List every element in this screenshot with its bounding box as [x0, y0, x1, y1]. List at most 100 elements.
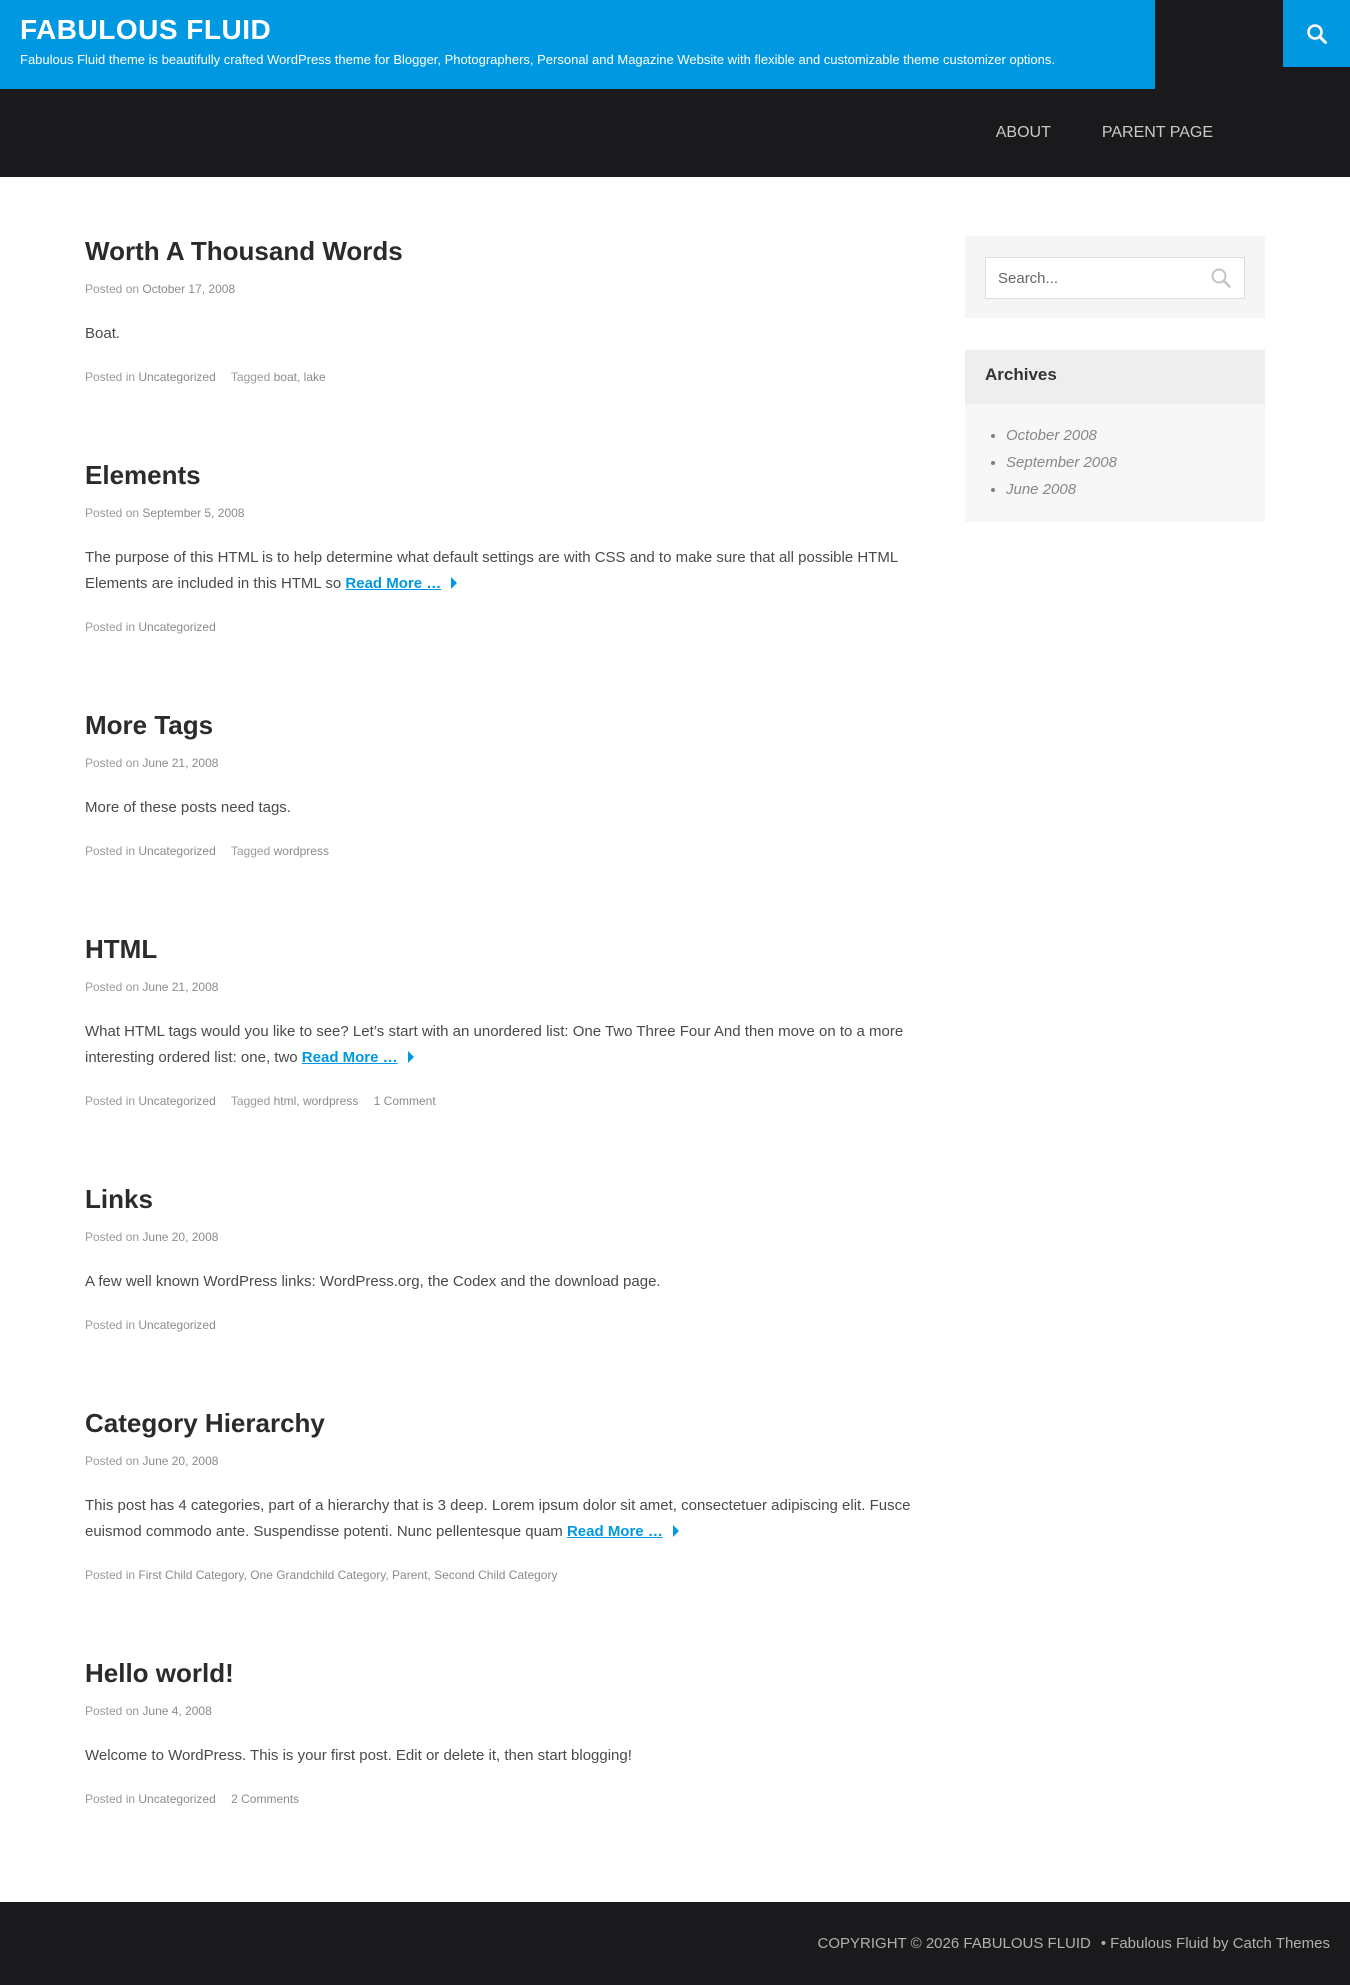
post-date[interactable]: June 21, 2008: [142, 756, 218, 770]
post-categories[interactable]: Uncategorized: [138, 1792, 215, 1806]
archive-link[interactable]: June 2008: [1006, 481, 1076, 498]
post-excerpt: Welcome to WordPress. This is your first…: [85, 1747, 632, 1764]
post-footer: Posted in Uncategorized 2 Comments: [85, 1791, 925, 1807]
post-meta: Posted on October 17, 2008: [85, 281, 925, 297]
posted-on-label: Posted on: [85, 980, 140, 994]
caret-right-icon: [672, 1525, 679, 1538]
caret-right-icon: [451, 577, 458, 590]
tagged-label: Tagged: [230, 844, 271, 858]
posted-on-label: Posted on: [85, 282, 140, 296]
post-categories[interactable]: Uncategorized: [138, 844, 215, 858]
posted-on-label: Posted on: [85, 1230, 140, 1244]
caret-right-icon: [407, 1051, 414, 1064]
post-meta: Posted on June 21, 2008: [85, 755, 925, 771]
post-title[interactable]: HTML: [85, 934, 157, 964]
post-title[interactable]: Elements: [85, 460, 201, 490]
tagged-label: Tagged: [230, 1094, 271, 1108]
read-more-link[interactable]: Read More …: [567, 1523, 663, 1540]
posted-in-label: Posted in: [85, 844, 136, 858]
post: Links Posted on June 20, 2008 A few well…: [85, 1183, 925, 1333]
post-excerpt-text: The purpose of this HTML is to help dete…: [85, 549, 898, 592]
post-title[interactable]: More Tags: [85, 710, 213, 740]
site-title[interactable]: FABULOUS FLUID: [20, 14, 271, 46]
archive-link[interactable]: September 2008: [1006, 454, 1117, 471]
post: More Tags Posted on June 21, 2008 More o…: [85, 709, 925, 859]
nav-item-about[interactable]: ABOUT: [996, 124, 1051, 142]
post-date[interactable]: October 17, 2008: [142, 282, 235, 296]
copyright-text: COPYRIGHT © 2026 FABULOUS FLUID: [817, 1935, 1091, 1952]
post-footer: Posted in Uncategorized Tagged wordpress: [85, 843, 925, 859]
search-input[interactable]: [986, 258, 1220, 298]
post-excerpt: A few well known WordPress links: WordPr…: [85, 1273, 661, 1290]
archive-item: October 2008: [1006, 422, 1117, 449]
posted-in-label: Posted in: [85, 1792, 136, 1806]
post-footer: Posted in First Child Category, One Gran…: [85, 1567, 925, 1583]
posted-on-label: Posted on: [85, 506, 140, 520]
post-excerpt-text: This post has 4 categories, part of a hi…: [85, 1497, 911, 1540]
posted-on-label: Posted on: [85, 756, 140, 770]
post-date[interactable]: June 20, 2008: [142, 1454, 218, 1468]
post-date[interactable]: September 5, 2008: [142, 506, 244, 520]
post-excerpt-text: What HTML tags would you like to see? Le…: [85, 1023, 904, 1066]
site-branding: FABULOUS FLUID Fabulous Fluid theme is b…: [0, 0, 1155, 89]
theme-credit-link[interactable]: Fabulous Fluid by Catch Themes: [1110, 1935, 1330, 1952]
post-meta: Posted on June 20, 2008: [85, 1229, 925, 1245]
footer-bullet: •: [1100, 1935, 1107, 1952]
archive-item: September 2008: [1006, 449, 1117, 476]
post-date[interactable]: June 4, 2008: [142, 1704, 211, 1718]
primary-nav: ABOUT PARENT PAGE: [996, 89, 1350, 177]
post-tags[interactable]: wordpress: [274, 844, 329, 858]
post: Hello world! Posted on June 4, 2008 Welc…: [85, 1657, 925, 1807]
search-icon: [1306, 23, 1327, 44]
site-description: Fabulous Fluid theme is beautifully craf…: [20, 52, 1055, 67]
search-icon[interactable]: [1210, 267, 1232, 289]
tagged-label: Tagged: [230, 370, 271, 384]
post-excerpt: This post has 4 categories, part of a hi…: [85, 1493, 925, 1545]
posted-in-label: Posted in: [85, 1094, 136, 1108]
post-excerpt: The purpose of this HTML is to help dete…: [85, 545, 925, 597]
post-excerpt: More of these posts need tags.: [85, 799, 291, 816]
post-date[interactable]: June 21, 2008: [142, 980, 218, 994]
archive-link[interactable]: October 2008: [1006, 427, 1097, 444]
post-excerpt: What HTML tags would you like to see? Le…: [85, 1019, 925, 1071]
post-categories[interactable]: Uncategorized: [138, 620, 215, 634]
comments-link[interactable]: 2 Comments: [231, 1792, 299, 1806]
post-footer: Posted in Uncategorized: [85, 1317, 925, 1333]
post: Elements Posted on September 5, 2008 The…: [85, 459, 925, 635]
post-footer: Posted in Uncategorized Tagged boat, lak…: [85, 369, 925, 385]
read-more-link[interactable]: Read More …: [302, 1049, 398, 1066]
posted-in-label: Posted in: [85, 1318, 136, 1332]
post-meta: Posted on June 21, 2008: [85, 979, 925, 995]
post-title[interactable]: Worth A Thousand Words: [85, 236, 403, 266]
posted-in-label: Posted in: [85, 620, 136, 634]
archives-widget: Archives October 2008 September 2008 Jun…: [965, 350, 1265, 522]
post-excerpt: Boat.: [85, 325, 121, 342]
archive-item: June 2008: [1006, 476, 1117, 503]
post-categories[interactable]: First Child Category, One Grandchild Cat…: [138, 1568, 557, 1582]
post: Worth A Thousand Words Posted on October…: [85, 235, 925, 385]
post-footer: Posted in Uncategorized Tagged html, wor…: [85, 1093, 925, 1109]
nav-item-parent-page[interactable]: PARENT PAGE: [1102, 124, 1213, 142]
posted-in-label: Posted in: [85, 1568, 136, 1582]
posted-on-label: Posted on: [85, 1704, 140, 1718]
post-title[interactable]: Hello world!: [85, 1658, 234, 1688]
post-categories[interactable]: Uncategorized: [138, 1318, 215, 1332]
site-header: FABULOUS FLUID Fabulous Fluid theme is b…: [0, 0, 1350, 177]
post-title[interactable]: Links: [85, 1184, 153, 1214]
site-footer: COPYRIGHT © 2026 FABULOUS FLUID • Fabulous…: [0, 1902, 1350, 1985]
post-tags[interactable]: html, wordpress: [274, 1094, 359, 1108]
search-form: [985, 257, 1245, 299]
posted-on-label: Posted on: [85, 1454, 140, 1468]
post-tags[interactable]: boat, lake: [274, 370, 326, 384]
comments-link[interactable]: 1 Comment: [374, 1094, 436, 1108]
post-categories[interactable]: Uncategorized: [138, 1094, 215, 1108]
search-toggle-button[interactable]: [1283, 0, 1350, 67]
read-more-link[interactable]: Read More …: [345, 575, 441, 592]
archives-list: October 2008 September 2008 June 2008: [985, 422, 1117, 503]
post-title[interactable]: Category Hierarchy: [85, 1408, 325, 1438]
post-date[interactable]: June 20, 2008: [142, 1230, 218, 1244]
footer-text: COPYRIGHT © 2026 FABULOUS FLUID • Fabulous…: [818, 1935, 1330, 1952]
post: Category Hierarchy Posted on June 20, 20…: [85, 1407, 925, 1583]
post-categories[interactable]: Uncategorized: [138, 370, 215, 384]
post-meta: Posted on June 20, 2008: [85, 1453, 925, 1469]
